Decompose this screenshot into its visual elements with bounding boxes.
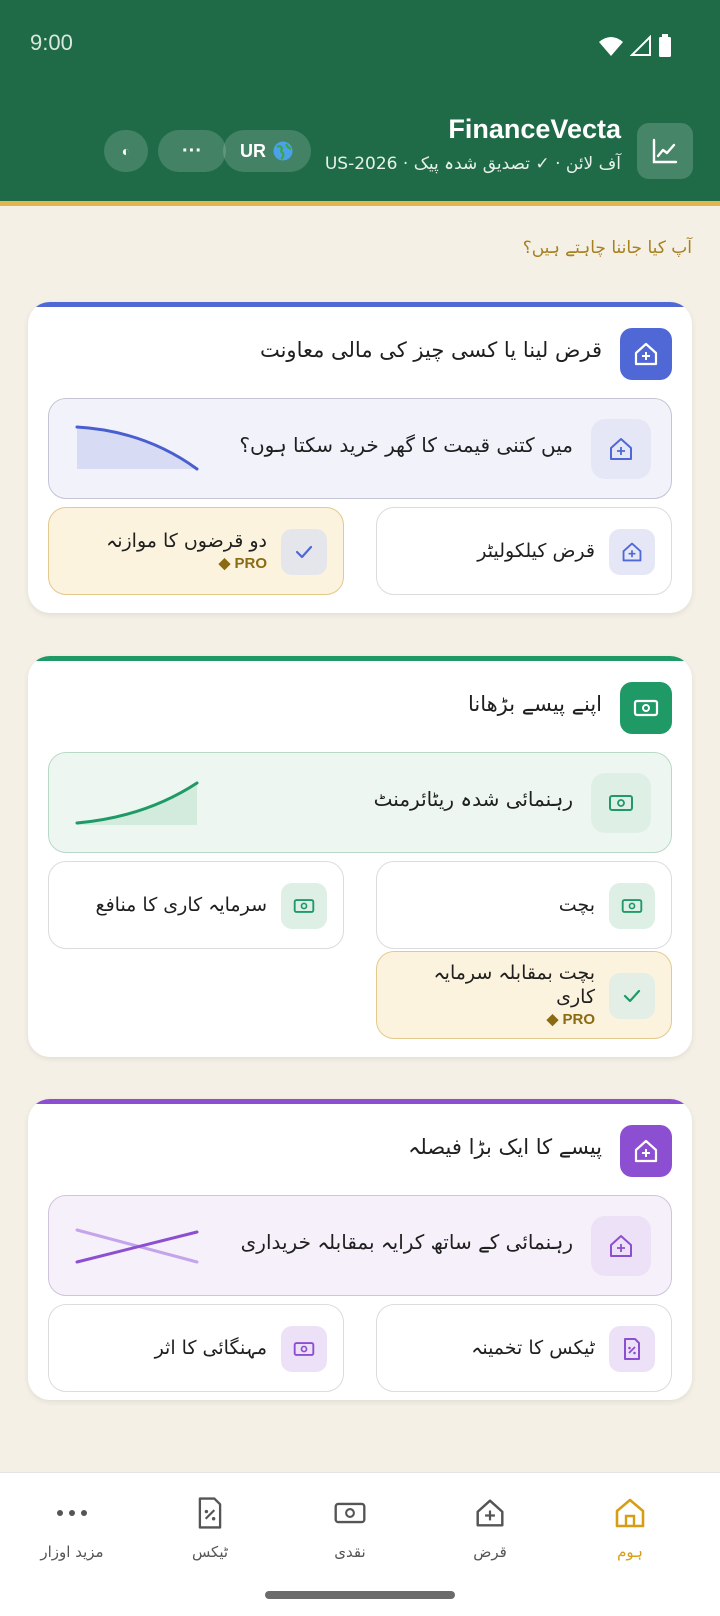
tile-label: سرمایہ کاری کا منافع (95, 893, 267, 916)
prompt-text: آپ کیا جاننا چاہتے ہیں؟ (522, 238, 692, 258)
nav-tax[interactable]: ٹیکس (150, 1495, 270, 1561)
tile-investment-return[interactable]: سرمایہ کاری کا منافع (48, 861, 344, 949)
theme-toggle-button[interactable]: ◐ (104, 130, 148, 172)
tile-label: ٹیکس کا تخمینہ (471, 1336, 595, 1359)
growth-curve-sparkline (75, 781, 199, 825)
feature-label: رہنمائی شدہ ریٹائرمنٹ (373, 787, 573, 811)
section-title: قرض لینا یا کسی چیز کی مالی معاونت (259, 338, 602, 362)
feature-label: میں کتنی قیمت کا گھر خرید سکتا ہوں؟ (239, 433, 573, 457)
pro-badge: PRO ◆ (218, 554, 267, 572)
section-grow-money: اپنے پیسے بڑھانا رہنمائی شدہ ریٹائرمنٹ ب… (28, 656, 692, 1057)
tile-label: قرض کیلکولیٹر (477, 539, 595, 562)
home-icon (615, 1498, 645, 1528)
wifi-icon (599, 37, 623, 56)
feature-affordability[interactable]: میں کتنی قیمت کا گھر خرید سکتا ہوں؟ (48, 398, 672, 499)
language-button[interactable]: UR (223, 130, 311, 172)
nav-home[interactable]: ہوم (570, 1495, 690, 1561)
feature-guided-retirement[interactable]: رہنمائی شدہ ریٹائرمنٹ (48, 752, 672, 853)
tile-label: بچت (558, 893, 595, 916)
tile-label: دو قرضوں کا موازنہ (106, 529, 267, 552)
nav-label: نقدی (334, 1543, 366, 1561)
nav-label: مزید اوزار (40, 1543, 104, 1561)
signal-icon (630, 35, 651, 56)
crossing-lines-sparkline (75, 1228, 199, 1264)
tile-label: مہنگائی کا اثر (154, 1336, 267, 1359)
nav-loans[interactable]: قرض (430, 1495, 550, 1561)
nav-label: ہوم (617, 1543, 643, 1561)
more-icon (57, 1510, 87, 1516)
nav-cash[interactable]: نقدی (290, 1495, 410, 1561)
house-loan-icon (620, 1125, 672, 1177)
cash-icon (334, 1502, 366, 1524)
feature-rent-vs-buy[interactable]: رہنمائی کے ساتھ کرایہ بمقابلہ خریداری (48, 1195, 672, 1296)
pro-badge: PRO ◆ (546, 1010, 595, 1028)
cash-icon (609, 883, 655, 929)
cash-icon (591, 773, 651, 833)
tile-savings-vs-investing[interactable]: بچت بمقابلہ سرمایہ کاری PRO ◆ (376, 951, 672, 1039)
house-loan-icon (620, 328, 672, 380)
section-title: اپنے پیسے بڑھانا (467, 692, 602, 716)
section-title: پیسے کا ایک بڑا فیصلہ (408, 1135, 602, 1159)
section-loans: قرض لینا یا کسی چیز کی مالی معاونت میں ک… (28, 302, 692, 613)
check-icon (281, 529, 327, 575)
globe-icon (273, 141, 293, 161)
declining-curve-sparkline (75, 425, 199, 471)
app-logo (637, 123, 693, 179)
cash-icon (281, 883, 327, 929)
tile-compare-loans[interactable]: دو قرضوں کا موازنہ PRO ◆ (48, 507, 344, 595)
check-icon (609, 973, 655, 1019)
battery-icon (659, 34, 671, 57)
house-loan-icon (476, 1499, 504, 1527)
status-icons (598, 34, 672, 58)
home-indicator[interactable] (265, 1591, 455, 1599)
cash-icon (620, 682, 672, 734)
nav-more-tools[interactable]: مزید اوزار (12, 1495, 132, 1561)
tile-savings[interactable]: بچت (376, 861, 672, 949)
tile-loan-calculator[interactable]: قرض کیلکولیٹر (376, 507, 672, 595)
chart-trend-icon (652, 138, 678, 164)
tile-label: بچت بمقابلہ سرمایہ کاری (433, 961, 595, 1009)
feature-label: رہنمائی کے ساتھ کرایہ بمقابلہ خریداری (240, 1230, 573, 1254)
house-loan-icon (609, 529, 655, 575)
app-subtitle: آف لائن · ✓ تصدیق شدہ پیک · US-2026 (324, 154, 621, 174)
nav-label: قرض (473, 1543, 507, 1561)
status-time: 9:00 (30, 30, 73, 55)
more-label: ··· (182, 139, 202, 162)
cash-icon (281, 1326, 327, 1372)
tax-doc-icon (198, 1497, 222, 1529)
language-label: UR (240, 140, 266, 161)
section-big-decision: پیسے کا ایک بڑا فیصلہ رہنمائی کے ساتھ کر… (28, 1099, 692, 1400)
tax-doc-icon (609, 1326, 655, 1372)
app-title: FinanceVecta (448, 114, 621, 144)
house-loan-icon (591, 419, 651, 479)
more-button[interactable]: ··· (158, 130, 226, 172)
theme-icon: ◐ (121, 143, 131, 159)
house-loan-icon (591, 1216, 651, 1276)
tile-tax-estimate[interactable]: ٹیکس کا تخمینہ (376, 1304, 672, 1392)
nav-label: ٹیکس (191, 1543, 229, 1561)
app-header: 9:00 FinanceVecta آف لائن · ✓ تصدیق شدہ … (0, 0, 720, 206)
tile-inflation-impact[interactable]: مہنگائی کا اثر (48, 1304, 344, 1392)
